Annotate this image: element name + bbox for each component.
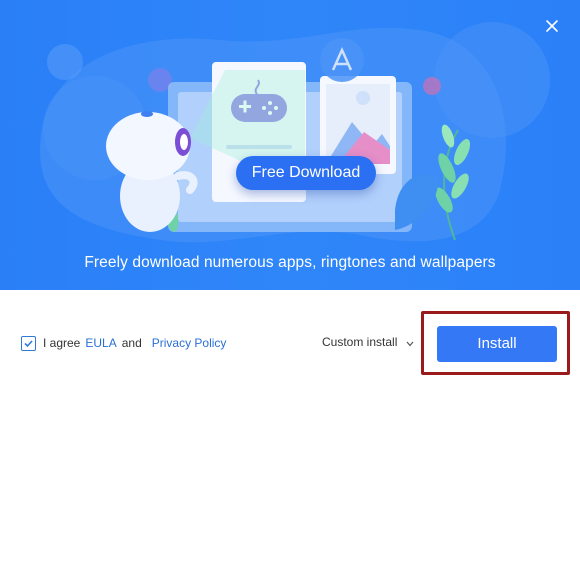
hero-banner: Free Download Freely download numerous a… xyxy=(0,0,580,290)
chevron-down-icon xyxy=(406,341,414,346)
agree-label: I agree xyxy=(43,336,81,350)
install-button[interactable]: Install xyxy=(437,326,557,362)
close-button[interactable] xyxy=(542,16,562,36)
consent-row: I agree EULA and Privacy Policy xyxy=(21,335,226,351)
app-store-icon xyxy=(320,38,364,82)
eula-link[interactable]: EULA xyxy=(85,336,116,350)
close-icon xyxy=(546,20,558,32)
image-icon xyxy=(326,84,390,164)
hero-tagline: Freely download numerous apps, ringtones… xyxy=(84,254,496,271)
custom-install-dropdown[interactable]: Custom install xyxy=(322,335,414,349)
check-icon xyxy=(24,339,33,347)
agree-checkbox[interactable] xyxy=(21,335,36,351)
consent-connector: and xyxy=(121,336,142,350)
free-download-button[interactable]: Free Download xyxy=(236,156,376,190)
custom-install-label: Custom install xyxy=(322,335,398,349)
privacy-policy-link[interactable]: Privacy Policy xyxy=(152,336,227,350)
hero-illustration xyxy=(40,22,550,243)
